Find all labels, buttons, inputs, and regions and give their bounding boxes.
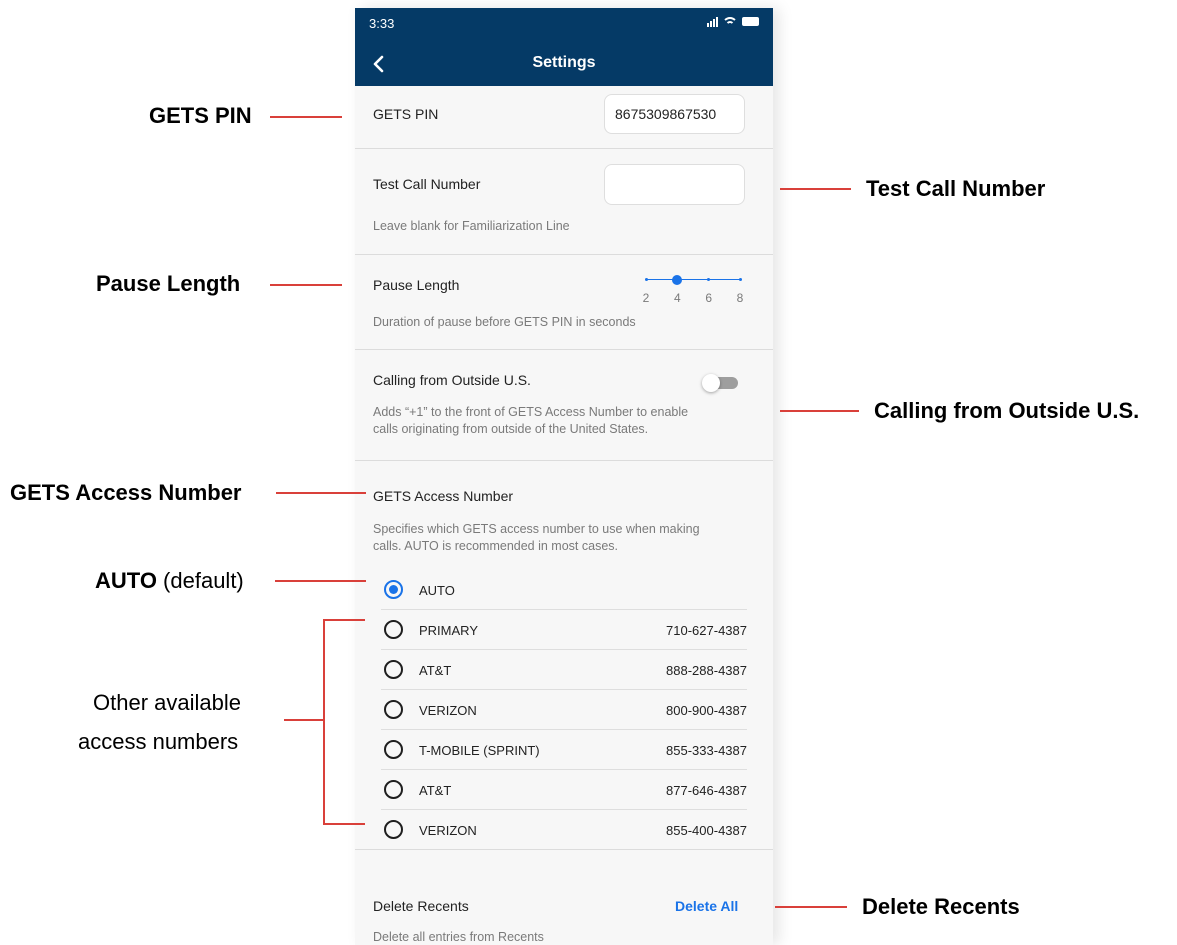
slider-tick-label: 2 [642, 291, 650, 305]
annotation-line [270, 116, 342, 118]
test-call-description: Leave blank for Familiarization Line [373, 219, 570, 233]
slider-stop [707, 278, 711, 281]
phone-screen: 3:33 Settings GETS PIN Test Call Number … [355, 8, 773, 945]
page-title: Settings [532, 54, 596, 71]
radio-option-name: T-MOBILE (SPRINT) [419, 743, 540, 758]
radio-option-number: 877-646-4387 [666, 783, 747, 798]
radio-option[interactable]: VERIZON 855-400-4387 [381, 810, 747, 850]
slider-tick-label: 8 [736, 291, 744, 305]
status-bar: 3:33 [355, 8, 773, 41]
radio-unselected-icon[interactable] [384, 660, 403, 679]
slider-stop [644, 278, 648, 281]
app-bar: Settings [355, 41, 773, 86]
outside-us-toggle[interactable] [702, 374, 740, 392]
radio-option-number: 888-288-4387 [666, 663, 747, 678]
radio-option-name: AT&T [419, 663, 452, 678]
test-call-input[interactable] [604, 164, 745, 205]
annotation-auto-label: AUTO [95, 568, 157, 593]
radio-unselected-icon[interactable] [384, 620, 403, 639]
annotation-other-1: Other available [93, 690, 241, 715]
annotation-pause-length: Pause Length [96, 271, 241, 296]
radio-unselected-icon[interactable] [384, 820, 403, 839]
outside-us-description-1: Adds “+1” to the front of GETS Access Nu… [373, 405, 689, 419]
slider-thumb[interactable] [672, 275, 683, 285]
radio-option[interactable]: AUTO [381, 570, 747, 610]
divider [355, 254, 773, 255]
delete-recents-label: Delete Recents [373, 898, 469, 914]
annotation-line [276, 492, 366, 494]
annotation-line [275, 580, 366, 582]
annotation-auto-default: (default) [156, 568, 244, 593]
slider-tick-label: 4 [673, 291, 681, 305]
annotation-line [780, 188, 851, 190]
gets-pin-label: GETS PIN [373, 106, 439, 122]
access-number-label: GETS Access Number [373, 488, 514, 504]
pause-length-description: Duration of pause before GETS PIN in sec… [373, 315, 636, 329]
annotation-line [780, 410, 859, 412]
radio-unselected-icon[interactable] [384, 700, 403, 719]
annotation-outside-us: Calling from Outside U.S. [874, 398, 1140, 423]
annotation-line [284, 719, 325, 721]
annotation-other-2: access numbers [78, 729, 239, 754]
radio-option[interactable]: T-MOBILE (SPRINT) 855-333-4387 [381, 730, 747, 770]
divider [355, 849, 773, 850]
delete-recents-description: Delete all entries from Recents [373, 930, 544, 944]
radio-option-name: PRIMARY [419, 623, 478, 638]
radio-selected-icon[interactable] [384, 580, 403, 599]
radio-option[interactable]: VERIZON 800-900-4387 [381, 690, 747, 730]
signal-icon [707, 16, 718, 27]
annotation-bracket [323, 619, 325, 825]
slider-stop [738, 278, 742, 281]
radio-option[interactable]: AT&T 888-288-4387 [381, 650, 747, 690]
divider [355, 349, 773, 350]
slider-tick-label: 6 [705, 291, 712, 305]
radio-option-number: 710-627-4387 [666, 623, 747, 638]
radio-option-number: 800-900-4387 [666, 703, 747, 718]
access-number-description-2: calls. AUTO is recommended in most cases… [373, 539, 618, 553]
divider [355, 460, 773, 461]
system-icons [707, 15, 759, 27]
divider [355, 148, 773, 149]
status-time: 3:33 [369, 16, 395, 31]
radio-option-number: 855-400-4387 [666, 823, 747, 838]
radio-option-number: 855-333-4387 [666, 743, 747, 758]
toggle-knob [702, 374, 720, 392]
slider-track [646, 279, 740, 280]
annotation-line [323, 823, 365, 825]
outside-us-description-2: calls originating from outside of the Un… [373, 422, 649, 436]
radio-option-name: AT&T [419, 783, 452, 798]
radio-option-name: AUTO [419, 583, 455, 598]
access-number-description-1: Specifies which GETS access number to us… [373, 522, 700, 536]
radio-option-name: VERIZON [419, 823, 477, 838]
wifi-icon [723, 17, 737, 27]
radio-option[interactable]: AT&T 877-646-4387 [381, 770, 747, 810]
radio-option[interactable]: PRIMARY 710-627-4387 [381, 610, 747, 650]
pause-length-slider[interactable]: 2 4 6 8 [643, 272, 743, 312]
outside-us-label: Calling from Outside U.S. [373, 372, 531, 388]
annotation-gets-pin: GETS PIN [149, 103, 252, 128]
pause-length-label: Pause Length [373, 277, 460, 293]
radio-unselected-icon[interactable] [384, 740, 403, 759]
annotation-delete-recents: Delete Recents [862, 894, 1020, 919]
gets-pin-input[interactable] [604, 94, 745, 134]
annotation-line [270, 284, 342, 286]
annotation-auto: AUTO (default) [95, 568, 244, 594]
radio-unselected-icon[interactable] [384, 780, 403, 799]
delete-all-button[interactable]: Delete All [675, 898, 738, 914]
test-call-label: Test Call Number [373, 176, 481, 192]
annotation-line [775, 906, 847, 908]
annotation-access-number: GETS Access Number [10, 480, 242, 505]
annotation-line [323, 619, 365, 621]
battery-icon [742, 17, 759, 26]
radio-option-name: VERIZON [419, 703, 477, 718]
annotation-test-call: Test Call Number [866, 176, 1046, 201]
